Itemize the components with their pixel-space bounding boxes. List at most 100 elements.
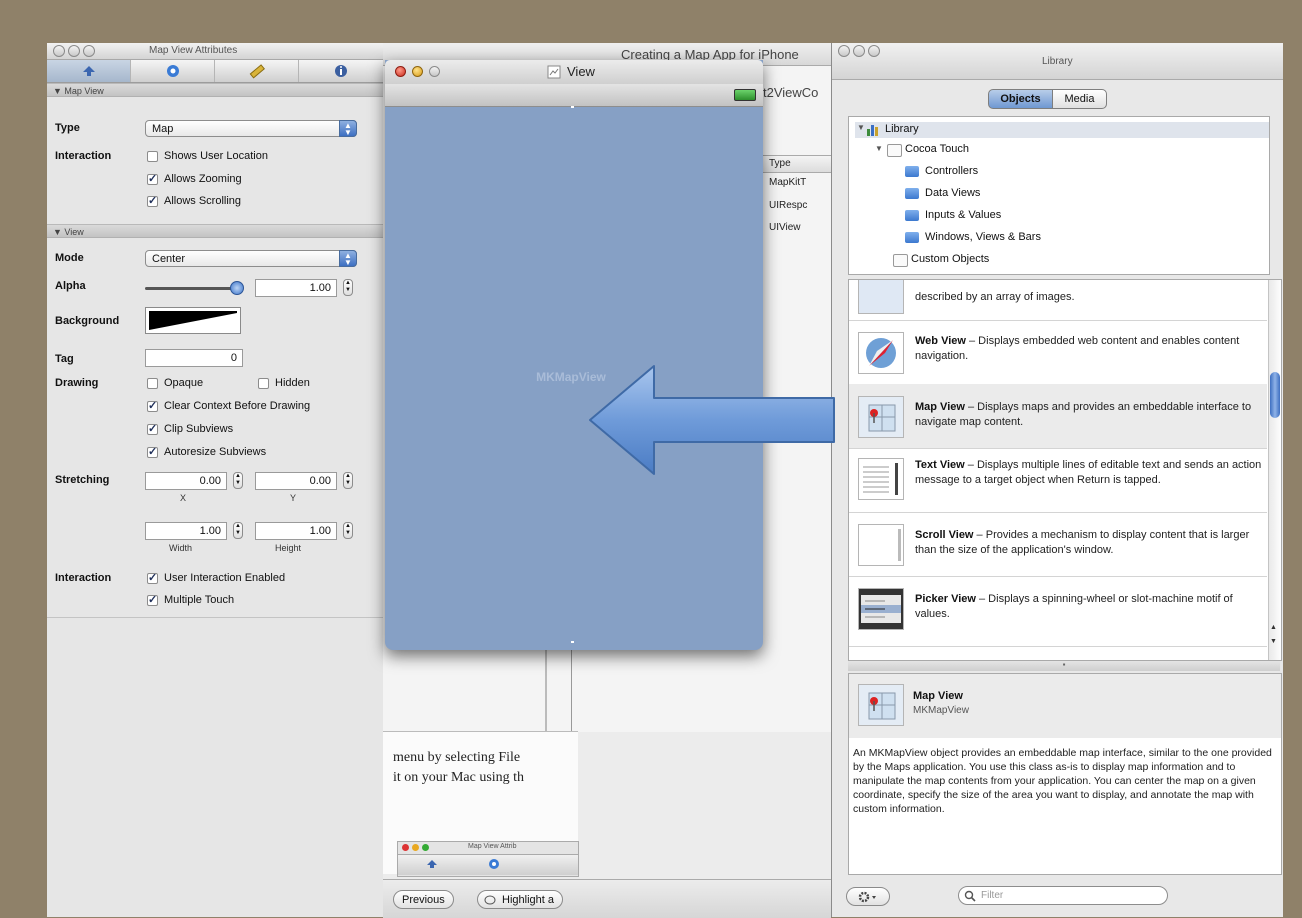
view-title-bar[interactable]: View — [385, 60, 763, 85]
type-popup[interactable]: Map ▲ ▼ — [145, 120, 357, 137]
web-view-icon — [858, 332, 904, 374]
color-swatch — [149, 311, 237, 330]
item-name: Scroll View — [915, 529, 974, 541]
tree-label: Data Views — [925, 187, 981, 199]
filter-search-field[interactable]: Filter — [958, 886, 1168, 905]
divider — [47, 617, 383, 618]
drag-arrow-annotation — [589, 365, 835, 475]
allows-zooming-checkbox[interactable]: ✓ — [147, 174, 158, 185]
user-interaction-checkbox[interactable]: ✓ — [147, 573, 158, 584]
close-button[interactable] — [53, 45, 65, 57]
close-button[interactable] — [395, 66, 406, 77]
hidden-label: Hidden — [275, 377, 310, 389]
scrollbar-thumb[interactable] — [1270, 372, 1280, 418]
library-item-text-view[interactable]: Text View – Displays multiple lines of e… — [849, 448, 1267, 513]
battery-icon — [734, 89, 756, 101]
minimize-button[interactable] — [412, 66, 423, 77]
tag-field[interactable]: 0 — [145, 349, 243, 367]
type-column-header[interactable]: Type — [761, 155, 831, 173]
highlight-button[interactable]: Highlight a — [477, 890, 563, 909]
autoresize-checkbox[interactable]: ✓ — [147, 447, 158, 458]
selection-handle[interactable] — [571, 641, 574, 643]
minimize-button[interactable] — [68, 45, 80, 57]
folder-icon — [905, 166, 919, 177]
page-text-line: it on your Mac using th — [393, 770, 525, 785]
disclosure-triangle-icon[interactable]: ▼ — [875, 144, 883, 153]
library-scrollbar[interactable]: ▲ ▼ — [1268, 280, 1281, 660]
zoom-button — [422, 844, 429, 851]
library-item-image-view[interactable]: described by an array of images. — [849, 280, 1267, 321]
detail-class: MKMapView — [913, 705, 969, 716]
library-item-picker-view[interactable]: Picker View – Displays a spinning-wheel … — [849, 576, 1267, 647]
tree-row-library[interactable]: ▼ Library — [855, 122, 1269, 138]
library-item-web-view[interactable]: Web View – Displays embedded web content… — [849, 320, 1267, 385]
library-item-map-view[interactable]: Map View – Displays maps and provides an… — [849, 384, 1267, 449]
stretch-width-stepper[interactable]: ▲ ▼ — [233, 522, 243, 539]
tree-label: Inputs & Values — [925, 209, 1002, 221]
tree-label: Library — [885, 123, 919, 135]
zoom-button[interactable] — [429, 66, 440, 77]
stretch-x-stepper[interactable]: ▲ ▼ — [233, 472, 243, 489]
connections-icon — [489, 859, 499, 869]
stretch-y-stepper[interactable]: ▲ ▼ — [343, 472, 353, 489]
split-handle[interactable]: ▪ — [848, 661, 1280, 671]
library-title-bar[interactable]: Library — [832, 43, 1283, 80]
alpha-slider-track[interactable] — [145, 287, 233, 290]
minimize-button[interactable] — [853, 45, 865, 57]
zoom-button[interactable] — [83, 45, 95, 57]
stretch-x-caption: X — [180, 493, 187, 503]
background-color-well[interactable] — [145, 307, 241, 334]
shows-user-location-checkbox[interactable] — [147, 151, 158, 162]
close-button[interactable] — [838, 45, 850, 57]
type-row[interactable]: UIRespc — [769, 200, 807, 211]
stretch-height-stepper[interactable]: ▲ ▼ — [343, 522, 353, 539]
folder-icon — [887, 144, 902, 157]
mode-label: Mode — [55, 252, 84, 264]
alpha-slider-knob[interactable] — [230, 281, 244, 295]
type-row[interactable]: MapKitT — [769, 177, 806, 188]
allows-scrolling-checkbox[interactable]: ✓ — [147, 196, 158, 207]
folder-icon — [905, 188, 919, 199]
alpha-stepper[interactable]: ▲ ▼ — [343, 279, 353, 296]
alpha-field[interactable]: 1.00 — [255, 279, 337, 297]
section-header-map-view[interactable]: ▼ Map View — [47, 83, 383, 97]
highlight-icon — [484, 895, 496, 905]
scroll-down-arrow-icon[interactable]: ▼ — [1270, 638, 1277, 645]
item-desc-text: – Displays maps and provides an embeddab… — [915, 401, 1252, 428]
item-description: Web View – Displays embedded web content… — [915, 334, 1260, 364]
mode-popup[interactable]: Center ▲ ▼ — [145, 250, 357, 267]
autoresize-label: Autoresize Subviews — [164, 446, 267, 458]
clear-context-checkbox[interactable]: ✓ — [147, 401, 158, 412]
objects-segment[interactable]: Objects — [988, 89, 1053, 109]
user-interaction-label: User Interaction Enabled — [164, 572, 286, 584]
stretch-y-field[interactable]: 0.00 — [255, 472, 337, 490]
library-item-scroll-view[interactable]: Scroll View – Provides a mechanism to di… — [849, 512, 1267, 577]
multiple-touch-label: Multiple Touch — [164, 594, 235, 606]
opaque-checkbox[interactable] — [147, 378, 158, 389]
item-name: Text View — [915, 459, 965, 471]
stretch-width-field[interactable]: 1.00 — [145, 522, 227, 540]
action-menu-button[interactable] — [846, 887, 890, 906]
tab-connections[interactable] — [131, 60, 215, 82]
media-segment[interactable]: Media — [1052, 89, 1107, 109]
selection-handle[interactable] — [571, 106, 574, 108]
clip-subviews-checkbox[interactable]: ✓ — [147, 424, 158, 435]
tree-label: Custom Objects — [911, 253, 990, 265]
drawing-label: Drawing — [55, 377, 99, 389]
embedded-screenshot: Map View Attrib — [397, 841, 579, 877]
inspector-title-bar[interactable]: Map View Attributes — [47, 43, 383, 60]
multiple-touch-checkbox[interactable]: ✓ — [147, 595, 158, 606]
tab-attributes[interactable] — [47, 60, 131, 82]
zoom-button[interactable] — [868, 45, 880, 57]
stretch-x-field[interactable]: 0.00 — [145, 472, 227, 490]
tab-size[interactable] — [215, 60, 299, 82]
section-header-view[interactable]: ▼ View — [47, 224, 383, 238]
previous-button[interactable]: Previous — [393, 890, 454, 909]
stretch-height-field[interactable]: 1.00 — [255, 522, 337, 540]
scroll-up-arrow-icon[interactable]: ▲ — [1270, 624, 1277, 631]
disclosure-triangle-icon[interactable]: ▼ — [857, 123, 865, 132]
type-row[interactable]: UIView — [769, 222, 801, 233]
hidden-checkbox[interactable] — [258, 378, 269, 389]
tab-identity[interactable] — [299, 60, 382, 82]
tree-label: Cocoa Touch — [905, 143, 970, 155]
